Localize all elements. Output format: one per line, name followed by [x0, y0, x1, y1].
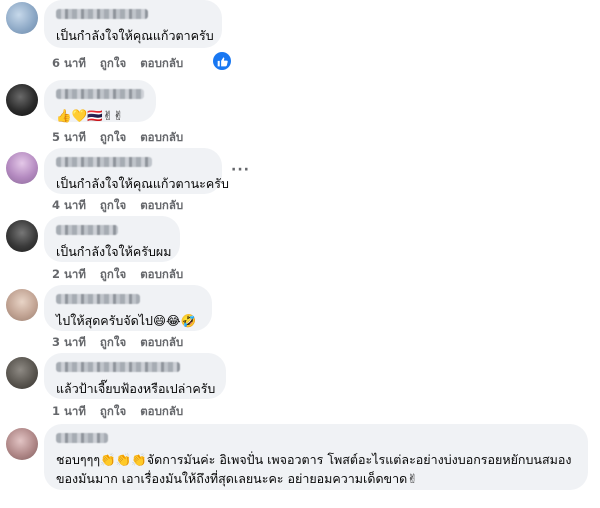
like-button[interactable]: ถูกใจ — [100, 129, 126, 147]
comment-bubble: เป็นกำลังใจให้คุณแก้วตานะครับ — [44, 148, 229, 194]
avatar[interactable] — [6, 2, 38, 34]
avatar[interactable] — [6, 357, 38, 389]
like-button[interactable]: ถูกใจ — [100, 266, 126, 284]
comment-bubble: 👍💛🇹🇭✌✌ — [44, 80, 156, 123]
comment-time[interactable]: 6 นาที — [52, 55, 86, 73]
comment-text: เป็นกำลังใจให้ครับผม — [56, 244, 172, 259]
avatar[interactable] — [6, 220, 38, 252]
comment-text: แล้วป้าเจี๊ยบฟ้องหรือเปล่าครับ — [56, 381, 216, 396]
comment-text: ชอบๆๆๆ👏👏👏จัดการมันค่ะ อิเพจปั่น เพจอวตาร… — [56, 452, 572, 486]
comment-text: เป็นกำลังใจให้คุณแก้วตานะครับ — [56, 176, 229, 191]
comment-bubble: ชอบๆๆๆ👏👏👏จัดการมันค่ะ อิเพจปั่น เพจอวตาร… — [44, 424, 588, 490]
like-button[interactable]: ถูกใจ — [100, 403, 126, 421]
reply-button[interactable]: ตอบกลับ — [140, 334, 183, 352]
comment-actions: 2 นาที ถูกใจ ตอบกลับ — [52, 266, 183, 284]
comment-bubble: ไปให้สุดครับจัดไป😄😂🤣 — [44, 285, 212, 331]
reply-button[interactable]: ตอบกลับ — [140, 197, 183, 215]
commenter-name-blurred[interactable] — [56, 294, 140, 304]
comment-actions: 5 นาที ถูกใจ ตอบกลับ — [52, 129, 183, 147]
avatar[interactable] — [6, 428, 38, 460]
comment-bubble: เป็นกำลังใจให้ครับผม — [44, 216, 180, 262]
commenter-name-blurred[interactable] — [56, 9, 148, 19]
comment-time[interactable]: 3 นาที — [52, 334, 86, 352]
reply-button[interactable]: ตอบกลับ — [140, 55, 183, 73]
reply-button[interactable]: ตอบกลับ — [140, 266, 183, 284]
commenter-name-blurred[interactable] — [56, 89, 144, 99]
commenter-name-blurred[interactable] — [56, 157, 152, 167]
comment-time[interactable]: 1 นาที — [52, 403, 86, 421]
comment-time[interactable]: 5 นาที — [52, 129, 86, 147]
avatar[interactable] — [6, 84, 38, 116]
comment-actions: 4 นาที ถูกใจ ตอบกลับ — [52, 197, 183, 215]
comment-text: เป็นกำลังใจให้คุณแก้วตาครับ — [56, 28, 214, 43]
avatar[interactable] — [6, 152, 38, 184]
more-options-icon[interactable]: ··· — [231, 162, 250, 178]
comment-text: 👍💛🇹🇭✌✌ — [56, 108, 124, 123]
like-button[interactable]: ถูกใจ — [100, 197, 126, 215]
like-button[interactable]: ถูกใจ — [100, 55, 126, 73]
comment-time[interactable]: 4 นาที — [52, 197, 86, 215]
like-icon[interactable] — [213, 52, 231, 70]
comment-text: ไปให้สุดครับจัดไป😄😂🤣 — [56, 313, 197, 328]
commenter-name-blurred[interactable] — [56, 433, 108, 443]
comment-actions: 3 นาที ถูกใจ ตอบกลับ — [52, 334, 183, 352]
comment-time[interactable]: 2 นาที — [52, 266, 86, 284]
commenter-name-blurred[interactable] — [56, 225, 118, 235]
comment-bubble: แล้วป้าเจี๊ยบฟ้องหรือเปล่าครับ — [44, 353, 226, 399]
like-button[interactable]: ถูกใจ — [100, 334, 126, 352]
commenter-name-blurred[interactable] — [56, 362, 180, 372]
avatar[interactable] — [6, 289, 38, 321]
comment-bubble: เป็นกำลังใจให้คุณแก้วตาครับ — [44, 0, 222, 48]
reply-button[interactable]: ตอบกลับ — [140, 129, 183, 147]
comment-actions: 1 นาที ถูกใจ ตอบกลับ — [52, 403, 183, 421]
comment-actions: 6 นาที ถูกใจ ตอบกลับ — [52, 55, 183, 73]
reply-button[interactable]: ตอบกลับ — [140, 403, 183, 421]
